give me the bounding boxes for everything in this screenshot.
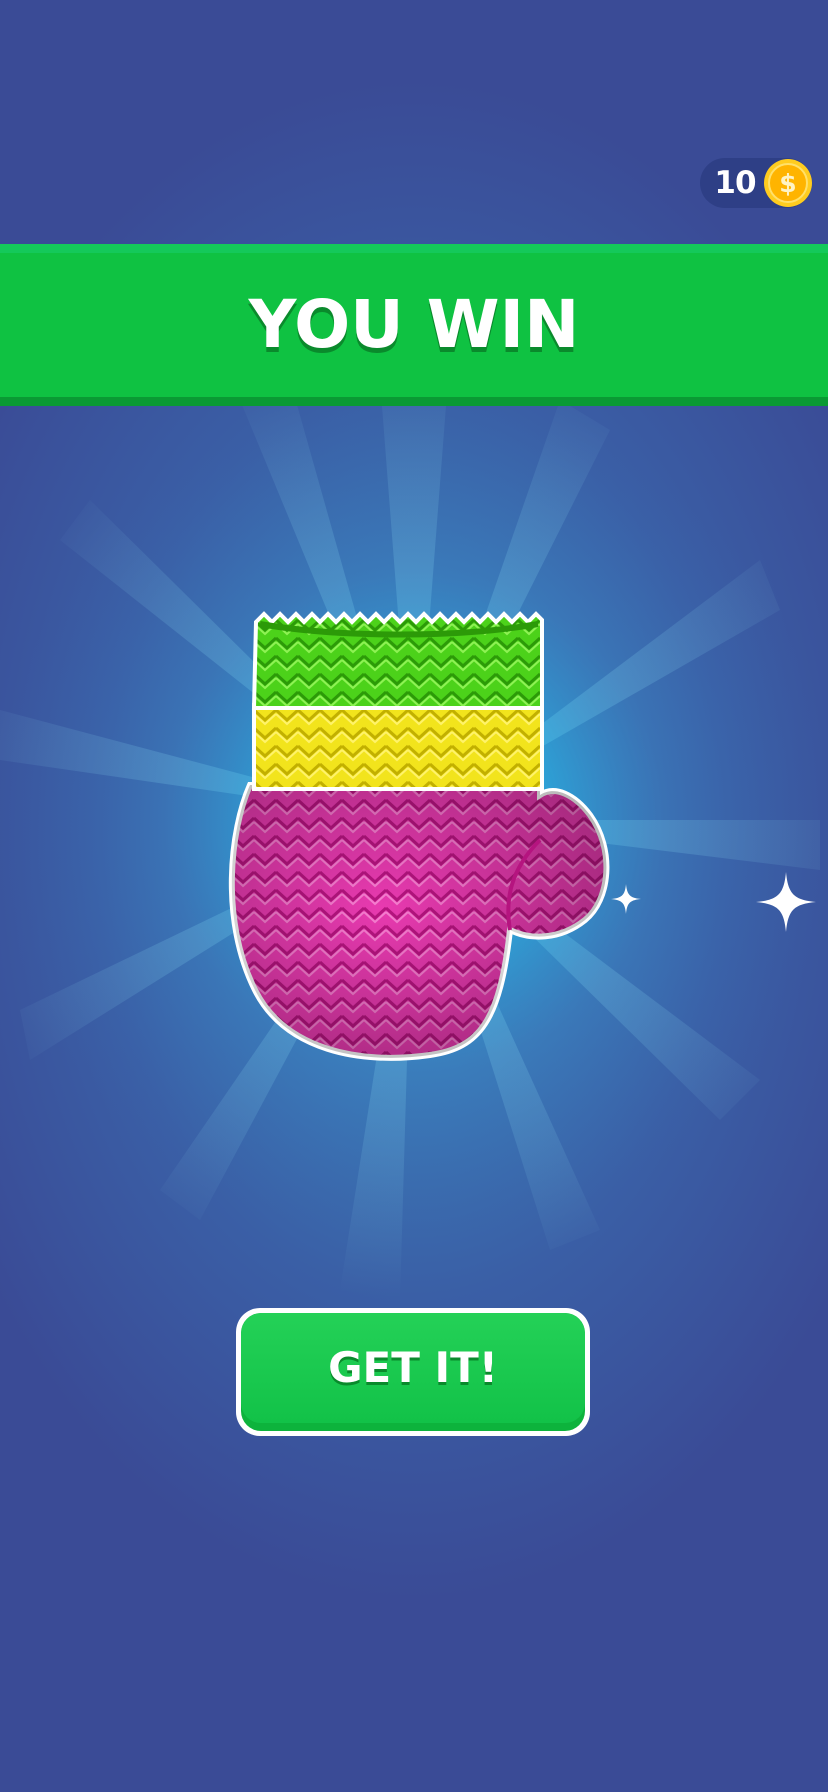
sparkle-icon: [756, 872, 816, 932]
get-it-button[interactable]: GET IT!: [236, 1308, 590, 1436]
knitted-mitten-icon: [228, 611, 610, 1061]
game-screen: 10 $ YOU WIN GET IT!: [0, 0, 828, 1792]
dollar-coin-icon: $: [764, 159, 812, 207]
coin-count: 10: [714, 165, 756, 201]
sparkle-icon: [611, 884, 641, 914]
get-it-button-label[interactable]: GET IT!: [241, 1313, 585, 1423]
get-it-button-body[interactable]: GET IT!: [241, 1313, 585, 1431]
win-title: YOU WIN: [248, 286, 580, 363]
win-banner: YOU WIN: [0, 244, 828, 406]
svg-text:$: $: [779, 169, 796, 198]
